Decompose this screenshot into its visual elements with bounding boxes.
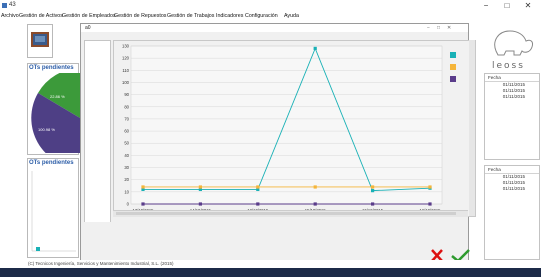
y-tick-label: 10 <box>124 189 129 194</box>
child-minimize-button[interactable]: − <box>427 25 430 31</box>
pending-ots-panel-2: OTs pendientes <box>27 158 79 258</box>
column-header: Fecha <box>485 166 539 174</box>
legend-swatch <box>450 64 456 70</box>
y-tick-label: 80 <box>124 104 129 109</box>
data-point <box>371 202 375 206</box>
data-point <box>198 185 202 189</box>
menu-archivo[interactable]: Archivo <box>1 13 19 19</box>
data-point <box>371 185 375 189</box>
logo-text: leoss <box>492 61 525 71</box>
y-tick-label: 30 <box>124 165 129 170</box>
data-point <box>256 185 260 189</box>
data-point <box>313 185 317 189</box>
dog-logo-icon <box>494 30 533 56</box>
panel-title: OTs pendientes <box>29 65 74 71</box>
side-list[interactable] <box>84 40 111 230</box>
pie-label: 22.86 % <box>50 94 65 99</box>
pie-chart: 22.86 % 100.98 % <box>31 73 80 153</box>
data-point <box>428 202 432 206</box>
line-chart: 010203040506070809010011012013013/10/201… <box>122 44 456 213</box>
mini-bar <box>36 247 40 251</box>
equipment-image-icon <box>31 32 49 47</box>
child-maximize-button[interactable]: □ <box>437 25 440 31</box>
y-tick-label: 50 <box>124 141 129 146</box>
data-point <box>313 202 317 206</box>
logo: leoss <box>484 23 540 73</box>
menu-gestion-trabajos[interactable]: Gestión de Trabajos <box>167 13 214 19</box>
copyright-text: (C) Tecnicos Ingeniería, Servicios y Man… <box>28 261 174 266</box>
status-bar: (C) Tecnicos Ingeniería, Servicios y Man… <box>0 260 541 268</box>
table-row[interactable]: 01/11/2015 <box>485 94 539 100</box>
y-tick-label: 100 <box>122 80 130 85</box>
title-bar: 43 − □ ✕ <box>0 0 541 12</box>
photo-panel <box>27 24 53 58</box>
legend-swatch <box>450 52 456 58</box>
y-tick-label: 60 <box>124 129 129 134</box>
app-icon <box>2 3 7 8</box>
right-table-2[interactable]: Fecha 01/11/2015 01/11/2015 01/11/2015 <box>484 165 540 260</box>
data-point <box>141 185 145 189</box>
menu-gestion-activos[interactable]: Gestión de Activos <box>19 13 63 19</box>
y-tick-label: 90 <box>124 92 129 97</box>
bottom-area <box>84 222 424 262</box>
menu-gestion-empleados[interactable]: Gestión de Empleados <box>62 13 116 19</box>
plot-area <box>130 45 443 205</box>
data-point <box>256 202 260 206</box>
y-tick-label: 120 <box>122 56 130 61</box>
minimize-button[interactable]: − <box>476 0 496 12</box>
y-tick-label: 0 <box>127 202 130 207</box>
data-point <box>198 202 202 206</box>
y-tick-label: 110 <box>122 68 129 73</box>
chart-window-titlebar: a0 − □ ✕ <box>81 24 468 32</box>
menu-indicadores[interactable]: Indicadores <box>216 13 243 19</box>
mini-bar-chart <box>31 171 76 252</box>
close-button[interactable]: ✕ <box>518 0 538 12</box>
child-close-button[interactable]: ✕ <box>447 25 451 31</box>
maximize-button[interactable]: □ <box>497 0 517 12</box>
scrollbar-thumb[interactable] <box>116 212 456 215</box>
menu-gestion-repuestos[interactable]: Gestión de Repuestos <box>114 13 166 19</box>
data-point <box>428 185 432 189</box>
taskbar <box>0 268 541 277</box>
y-tick-label: 20 <box>124 177 129 182</box>
pending-ots-panel: OTs pendientes 22.86 % 100.98 % <box>27 63 80 155</box>
y-tick-label: 70 <box>124 116 129 121</box>
child-window-title: a0 <box>85 25 91 31</box>
menu-configuracion[interactable]: Configuración <box>245 13 278 19</box>
column-header: Fecha <box>485 74 539 82</box>
y-tick-label: 40 <box>124 153 129 158</box>
pie-label: 100.98 % <box>38 127 55 132</box>
table-row[interactable]: 01/11/2015 <box>485 186 539 192</box>
panel-title: OTs pendientes <box>29 160 74 166</box>
menu-bar: Archivo Gestión de Activos Gestión de Em… <box>0 12 541 22</box>
data-point <box>371 189 375 193</box>
chart-container: 010203040506070809010011012013013/10/201… <box>113 40 476 217</box>
legend-swatch <box>450 76 456 82</box>
menu-ayuda[interactable]: Ayuda <box>284 13 299 19</box>
window-title: 43 <box>9 2 16 8</box>
chart-horizontal-scrollbar[interactable] <box>113 210 468 217</box>
y-tick-label: 130 <box>122 44 130 49</box>
data-point <box>313 46 317 51</box>
chart-vertical-scrollbar[interactable] <box>469 40 475 216</box>
data-point <box>141 202 145 206</box>
right-table-1[interactable]: Fecha 01/11/2015 01/11/2015 01/11/2015 <box>484 73 540 160</box>
